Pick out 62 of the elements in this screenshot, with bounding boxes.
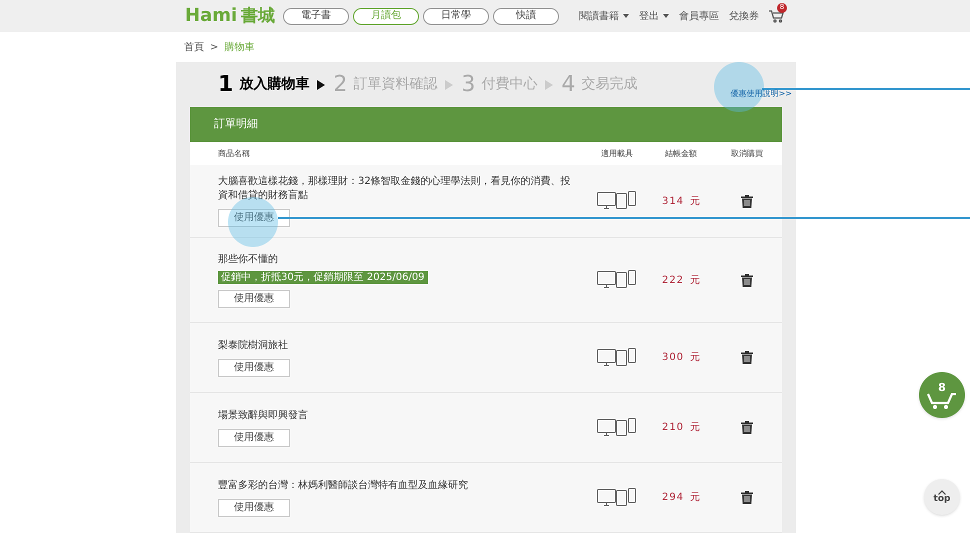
trash-icon[interactable] — [741, 491, 753, 504]
breadcrumb-separator: > — [210, 40, 218, 54]
menu-link[interactable]: 兌換券 — [729, 8, 759, 24]
price: 314 — [662, 194, 684, 208]
price-unit: 元 — [690, 194, 700, 208]
column-header: 取消購買 — [730, 148, 764, 160]
trash-icon[interactable] — [741, 274, 753, 286]
chevron-up-icon — [938, 490, 946, 495]
price-unit: 元 — [690, 421, 700, 435]
step-number: 4 — [561, 74, 576, 96]
menu-link[interactable]: 閱讀書籍 — [579, 8, 619, 24]
product-name[interactable]: 大腦喜歡這樣花錢，那樣理財：32條智取金錢的心理學法則，看見你的消費、投資和借貸的財務盲點 — [218, 175, 580, 203]
price: 210 — [662, 421, 684, 435]
step-label: 放入購物車 — [239, 75, 310, 94]
menu-link[interactable]: 會員專區 — [679, 8, 719, 24]
use-coupon-button[interactable]: 使用優惠 — [218, 290, 290, 308]
column-header: 適用載具 — [600, 148, 634, 160]
devices-icon — [597, 488, 637, 508]
column-header: 結帳金額 — [664, 148, 698, 160]
product-name[interactable]: 那些你不懂的 — [218, 252, 580, 266]
price-unit: 元 — [690, 351, 700, 365]
product-name[interactable]: 梨泰院樹洞旅社 — [218, 338, 580, 352]
product-name[interactable]: 場景致辭與即興發言 — [218, 408, 580, 422]
use-coupon-button[interactable]: 使用優惠 — [218, 209, 290, 227]
step-number: 2 — [333, 74, 348, 96]
order-title: 訂單明細 — [214, 116, 258, 132]
price: 222 — [662, 274, 684, 288]
price-unit: 元 — [690, 274, 700, 288]
product-name[interactable]: 豐富多彩的台灣：林媽利醫師談台灣特有血型及血緣研究 — [218, 478, 580, 492]
price: 294 — [662, 491, 684, 505]
nav-tab[interactable]: 日常學 — [423, 8, 490, 24]
nav-tab[interactable]: 快讀 — [493, 8, 560, 24]
price: 300 — [662, 351, 684, 365]
devices-icon — [597, 270, 637, 290]
coupon-help-link[interactable]: 優惠使用說明>> — [730, 88, 792, 100]
step-label: 訂單資料確認 — [353, 75, 438, 94]
price-unit: 元 — [690, 491, 700, 505]
step-arrow-icon — [445, 80, 454, 90]
step-label: 交易完成 — [581, 75, 638, 94]
promo-tag: 促銷中，折抵30元，促銷期限至 2025/06/09 — [218, 270, 428, 284]
cart-icon[interactable] — [769, 10, 784, 22]
use-coupon-button[interactable]: 使用優惠 — [218, 498, 290, 516]
floating-cart-button[interactable]: 8 — [919, 372, 965, 418]
step-arrow-icon — [545, 80, 554, 90]
nav-tab[interactable]: 電子書 — [283, 8, 350, 24]
trash-icon[interactable] — [741, 194, 753, 208]
devices-icon — [597, 191, 637, 211]
devices-icon — [597, 418, 637, 438]
step-number: 3 — [461, 74, 476, 96]
column-header: 商品名稱 — [217, 148, 251, 160]
cart-icon — [927, 392, 957, 408]
step-number: 1 — [218, 74, 234, 96]
menu-link[interactable]: 登出 — [639, 8, 659, 24]
use-coupon-button[interactable]: 使用優惠 — [218, 358, 290, 376]
step-label: 付費中心 — [481, 75, 538, 94]
devices-icon — [597, 348, 637, 368]
step-arrow-icon — [317, 80, 326, 90]
trash-icon[interactable] — [741, 351, 753, 364]
breadcrumb-link[interactable]: 首頁 — [184, 40, 204, 54]
use-coupon-button[interactable]: 使用優惠 — [218, 428, 290, 446]
trash-icon[interactable] — [741, 421, 753, 434]
back-to-top-button[interactable]: top — [924, 479, 960, 515]
